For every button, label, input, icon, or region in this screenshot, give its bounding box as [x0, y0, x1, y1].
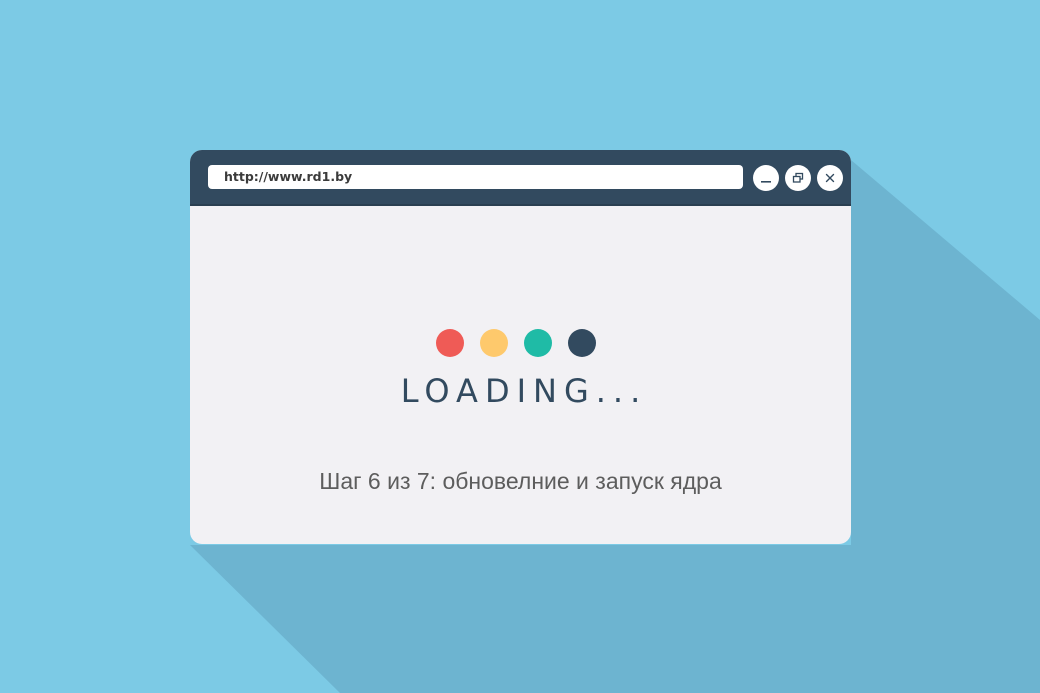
desktop-background: { "colors": { "background": "#7ccae5", "… [0, 0, 1040, 693]
loading-dot-navy [568, 329, 596, 357]
restore-icon [792, 172, 804, 183]
minimize-button[interactable] [753, 165, 779, 191]
minimize-icon [761, 181, 771, 183]
restore-button[interactable] [785, 165, 811, 191]
browser-titlebar: http://www.rd1.by [190, 150, 851, 206]
loading-dot-yellow [480, 329, 508, 357]
address-bar[interactable]: http://www.rd1.by [208, 165, 743, 189]
status-message: Шаг 6 из 7: обновелние и запуск ядра [319, 468, 722, 494]
loading-dot-teal [524, 329, 552, 357]
browser-window: http://www.rd1.by LOADING... Шаг 6 из 7:… [190, 150, 851, 544]
loading-dots [436, 329, 596, 357]
close-icon [825, 173, 835, 183]
close-button[interactable] [817, 165, 843, 191]
loading-label: LOADING... [400, 372, 648, 410]
loading-dot-red [436, 329, 464, 357]
